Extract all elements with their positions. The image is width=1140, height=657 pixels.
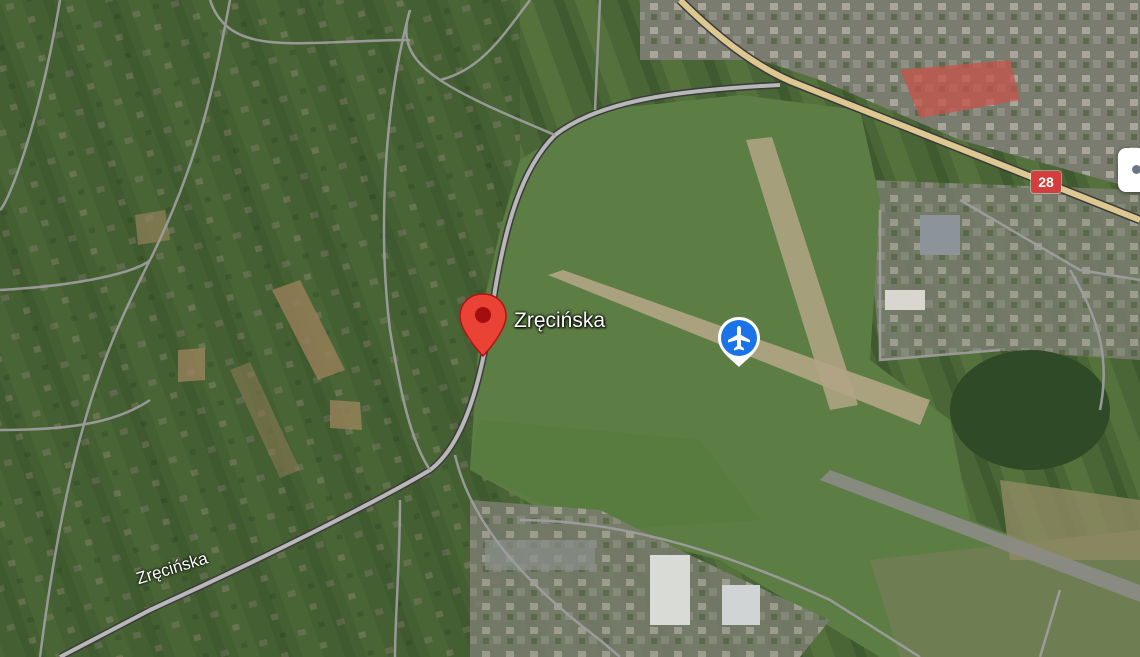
map-pin-icon[interactable] — [456, 290, 510, 360]
street-view-icon[interactable] — [1118, 148, 1140, 192]
route-shield: 28 — [1031, 171, 1061, 193]
airplane-icon[interactable] — [716, 315, 762, 369]
map-canvas[interactable]: Zręcińska 28 Zręcińska — [0, 0, 1140, 657]
place-label[interactable]: Zręcińska — [514, 309, 605, 333]
street-view-dot — [1132, 165, 1140, 174]
